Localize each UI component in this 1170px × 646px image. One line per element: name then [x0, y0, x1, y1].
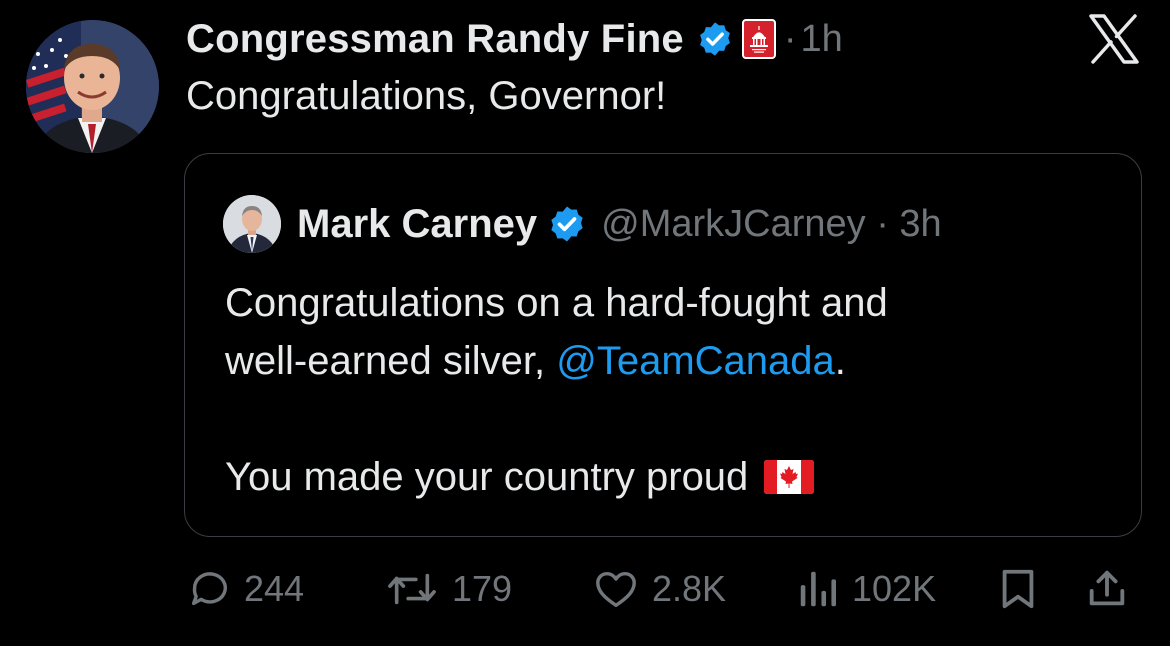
- quoted-text: Congratulations on a hard-fought and wel…: [225, 274, 888, 506]
- capitol-badge-icon[interactable]: [741, 19, 776, 59]
- like-button[interactable]: 2.8K: [592, 560, 726, 618]
- views-chart-icon: [796, 566, 840, 612]
- verified-badge-icon[interactable]: [547, 204, 587, 244]
- quoted-line-3-text: You made your country proud: [225, 455, 749, 499]
- action-bar: 244 179 2.8K 102K: [186, 560, 1146, 620]
- bookmark-button[interactable]: [996, 560, 1040, 618]
- repost-button[interactable]: 179: [384, 560, 512, 618]
- quoted-line-2-text: well-earned silver,: [225, 339, 557, 383]
- quoted-author-name[interactable]: Mark Carney: [297, 202, 537, 247]
- bookmark-icon: [996, 566, 1040, 612]
- quoted-line-2: well-earned silver, @TeamCanada.: [225, 332, 888, 390]
- quoted-author-avatar[interactable]: [223, 195, 281, 253]
- x-logo-icon[interactable]: [1088, 14, 1140, 64]
- post-time[interactable]: 1h: [801, 18, 843, 61]
- author-avatar[interactable]: [26, 20, 159, 153]
- like-count: 2.8K: [652, 568, 727, 609]
- post-text: Congratulations, Governor!: [186, 74, 667, 118]
- quoted-handle-time[interactable]: @MarkJCarney · 3h: [601, 203, 942, 246]
- tweet: Congressman Randy Fine · 1h Congratulati…: [0, 0, 1170, 646]
- reply-count: 244: [244, 568, 305, 609]
- reply-icon: [186, 566, 232, 612]
- share-icon: [1084, 566, 1130, 612]
- separator-dot: ·: [783, 17, 797, 60]
- quoted-tweet[interactable]: Mark Carney @MarkJCarney · 3h Congratula…: [184, 153, 1142, 537]
- reply-button[interactable]: 244: [186, 560, 304, 618]
- views-count: 102K: [852, 568, 937, 609]
- quoted-blank-line: [225, 390, 888, 448]
- heart-icon: [592, 566, 640, 612]
- canada-flag-icon: [764, 452, 815, 510]
- repost-count: 179: [452, 568, 513, 609]
- quoted-header: Mark Carney @MarkJCarney · 3h: [223, 194, 942, 254]
- share-button[interactable]: [1084, 560, 1130, 618]
- quoted-line-1: Congratulations on a hard-fought and: [225, 281, 888, 325]
- verified-badge-icon[interactable]: [696, 20, 734, 58]
- views-button[interactable]: 102K: [796, 560, 936, 618]
- mention-link[interactable]: @TeamCanada: [556, 339, 835, 383]
- post-header: Congressman Randy Fine · 1h: [186, 14, 843, 64]
- quoted-line-2-punct: .: [834, 339, 846, 383]
- author-name[interactable]: Congressman Randy Fine: [186, 17, 684, 62]
- quoted-line-3: You made your country proud: [225, 448, 888, 506]
- repost-icon: [384, 566, 440, 612]
